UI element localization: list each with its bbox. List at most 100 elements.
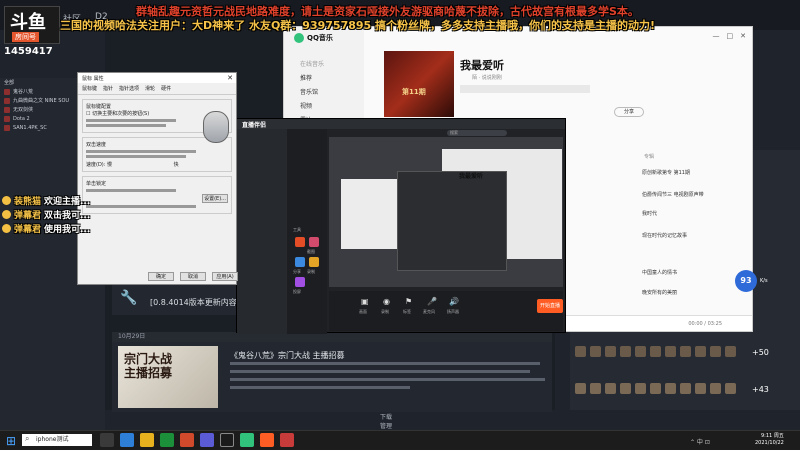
news-update-title: [0.8.4014版本更新内容] <box>150 298 240 307</box>
friend-avatar[interactable] <box>590 346 601 357</box>
task-view-icon[interactable] <box>100 433 114 447</box>
playlist-author[interactable]: 陌 · 说说刚刚 <box>472 74 502 81</box>
friend-avatar[interactable] <box>575 383 586 394</box>
start-stream-button[interactable]: 开始直播 <box>537 299 563 313</box>
friend-avatar[interactable] <box>695 383 706 394</box>
more-count[interactable]: +43 <box>752 385 769 394</box>
friend-avatar[interactable] <box>710 383 721 394</box>
network-speed-badge[interactable]: 93 <box>735 270 757 292</box>
taskbar-app-icon[interactable] <box>200 433 214 447</box>
share-button[interactable]: 分享 <box>614 107 644 117</box>
friend-avatar[interactable] <box>575 346 586 357</box>
ok-button[interactable]: 确定 <box>148 272 174 281</box>
friend-avatar[interactable] <box>650 346 661 357</box>
friend-avatar[interactable] <box>635 346 646 357</box>
friend-avatar[interactable] <box>665 346 676 357</box>
friend-avatar[interactable] <box>620 346 631 357</box>
news-text-line <box>230 378 545 381</box>
maximize-icon[interactable]: □ <box>727 32 734 40</box>
record-icon[interactable]: ◉ <box>383 297 390 306</box>
windows-start-icon[interactable]: ⊞ <box>6 434 16 448</box>
broadcast-topbar <box>237 119 565 129</box>
friend-avatar[interactable] <box>680 346 691 357</box>
tool-label: 工具 <box>293 227 301 232</box>
qq-music-icon <box>294 33 304 43</box>
friend-avatar[interactable] <box>725 383 736 394</box>
mouse-icon <box>203 111 229 143</box>
qq-nav-recommend[interactable]: 推荐 <box>300 73 312 82</box>
tool-label: 录制 <box>307 269 315 274</box>
friend-avatar[interactable] <box>695 346 706 357</box>
speaker-icon[interactable]: 🔊 <box>449 297 459 306</box>
preview-nested-broadcast <box>397 171 507 271</box>
scene-icon[interactable]: ▣ <box>361 297 369 306</box>
steam-icon[interactable] <box>220 433 234 447</box>
more-count[interactable]: +50 <box>752 348 769 357</box>
double-click-group: 双击速度 速度(D): 慢 快 <box>82 137 232 172</box>
minimize-icon[interactable]: — <box>713 32 720 40</box>
chat-message: 弹幕君 双击我可... <box>2 208 90 221</box>
network-speed-unit: K/s <box>760 278 768 284</box>
friend-avatar[interactable] <box>650 383 661 394</box>
taskbar-clock[interactable]: 9:11 周五 2021/10/22 <box>755 433 784 447</box>
tool-label: 投屏 <box>293 289 301 294</box>
tab-pointer-options[interactable]: 指针选项 <box>119 85 139 92</box>
screenshot-icon[interactable] <box>309 237 319 247</box>
song-album[interactable]: 晚安所有的美丽 <box>642 289 677 296</box>
friend-avatar[interactable] <box>620 383 631 394</box>
close-icon[interactable]: ✕ <box>227 74 233 82</box>
cast-icon[interactable] <box>295 277 305 287</box>
tab-hardware[interactable]: 硬件 <box>161 85 171 92</box>
playback-time: 00:00 / 03:25 <box>688 321 722 327</box>
song-album[interactable]: 现在时代的记忆故事 <box>642 232 687 239</box>
friend-avatar[interactable] <box>635 383 646 394</box>
downloads-status[interactable]: 下载 管理 <box>380 412 392 430</box>
friend-avatar[interactable] <box>680 383 691 394</box>
settings-button[interactable]: 设置(E)... <box>202 194 228 203</box>
taskbar-search-input[interactable]: iphone测试 <box>22 434 92 446</box>
close-icon[interactable]: ✕ <box>740 32 746 40</box>
group-heading: 鼠标键配置 <box>86 104 112 110</box>
tab-pointers[interactable]: 指针 <box>103 85 113 92</box>
microphone-icon[interactable]: 🎤 <box>427 297 437 306</box>
qq-nav-video[interactable]: 视频 <box>300 101 312 110</box>
tab-wheel[interactable]: 滑轮 <box>145 85 155 92</box>
qq-nav-music-hall[interactable]: 音乐馆 <box>300 87 318 96</box>
friend-avatar[interactable] <box>665 383 676 394</box>
folder-icon[interactable] <box>140 433 154 447</box>
song-album[interactable]: 我时代 <box>642 210 657 217</box>
tag-icon[interactable]: ⚑ <box>405 297 412 306</box>
room-label: 房间号 <box>12 32 39 42</box>
friend-avatar[interactable] <box>725 346 736 357</box>
game-icon <box>4 97 10 104</box>
system-tray[interactable]: ⌃ 中 ⊡ <box>690 437 710 446</box>
taskbar-app-icon[interactable] <box>160 433 174 447</box>
room-id: 1459417 <box>4 46 53 57</box>
description-line <box>86 189 176 192</box>
taskbar-app-icon[interactable] <box>120 433 134 447</box>
apply-button[interactable]: 应用(A) <box>212 272 238 281</box>
friend-avatar[interactable] <box>590 383 601 394</box>
broadcast-companion-window[interactable]: 直播伴侣 搜索 工具 截图 分享 录制 投屏 我最爱听 ▣ ◉ ⚑ 🎤 🔊 画面… <box>236 118 566 334</box>
playlist-description <box>460 85 590 93</box>
cancel-button[interactable]: 取消 <box>180 272 206 281</box>
taskbar-app-icon[interactable] <box>280 433 294 447</box>
song-album[interactable]: 伯爵传闻节三 电视剧原声带 <box>642 191 704 198</box>
mouse-properties-dialog[interactable]: 鼠标 属性 ✕ 鼠标键 指针 指针选项 滑轮 硬件 鼠标键配置 ☐ 切换主要和次… <box>77 72 238 285</box>
group-heading: 双击速度 <box>86 142 107 148</box>
qq-music-taskbar-icon[interactable] <box>240 433 254 447</box>
song-album[interactable]: 原创新歌第专 第11期 <box>642 169 690 176</box>
playlist-cover-text: 第11期 <box>402 88 426 96</box>
tool-icon[interactable] <box>295 237 305 247</box>
broadcast-taskbar-icon[interactable] <box>260 433 274 447</box>
song-album[interactable]: 中国童人的情书 <box>642 269 677 276</box>
tab-buttons[interactable]: 鼠标键 <box>82 85 97 92</box>
friend-avatar[interactable] <box>605 346 616 357</box>
news-text-line <box>230 362 540 365</box>
taskbar-app-icon[interactable] <box>180 433 194 447</box>
record-icon[interactable] <box>309 257 319 267</box>
friend-avatar[interactable] <box>605 383 616 394</box>
broadcast-search[interactable]: 搜索 <box>447 130 507 136</box>
share-icon[interactable] <box>295 257 305 267</box>
friend-avatar[interactable] <box>710 346 721 357</box>
